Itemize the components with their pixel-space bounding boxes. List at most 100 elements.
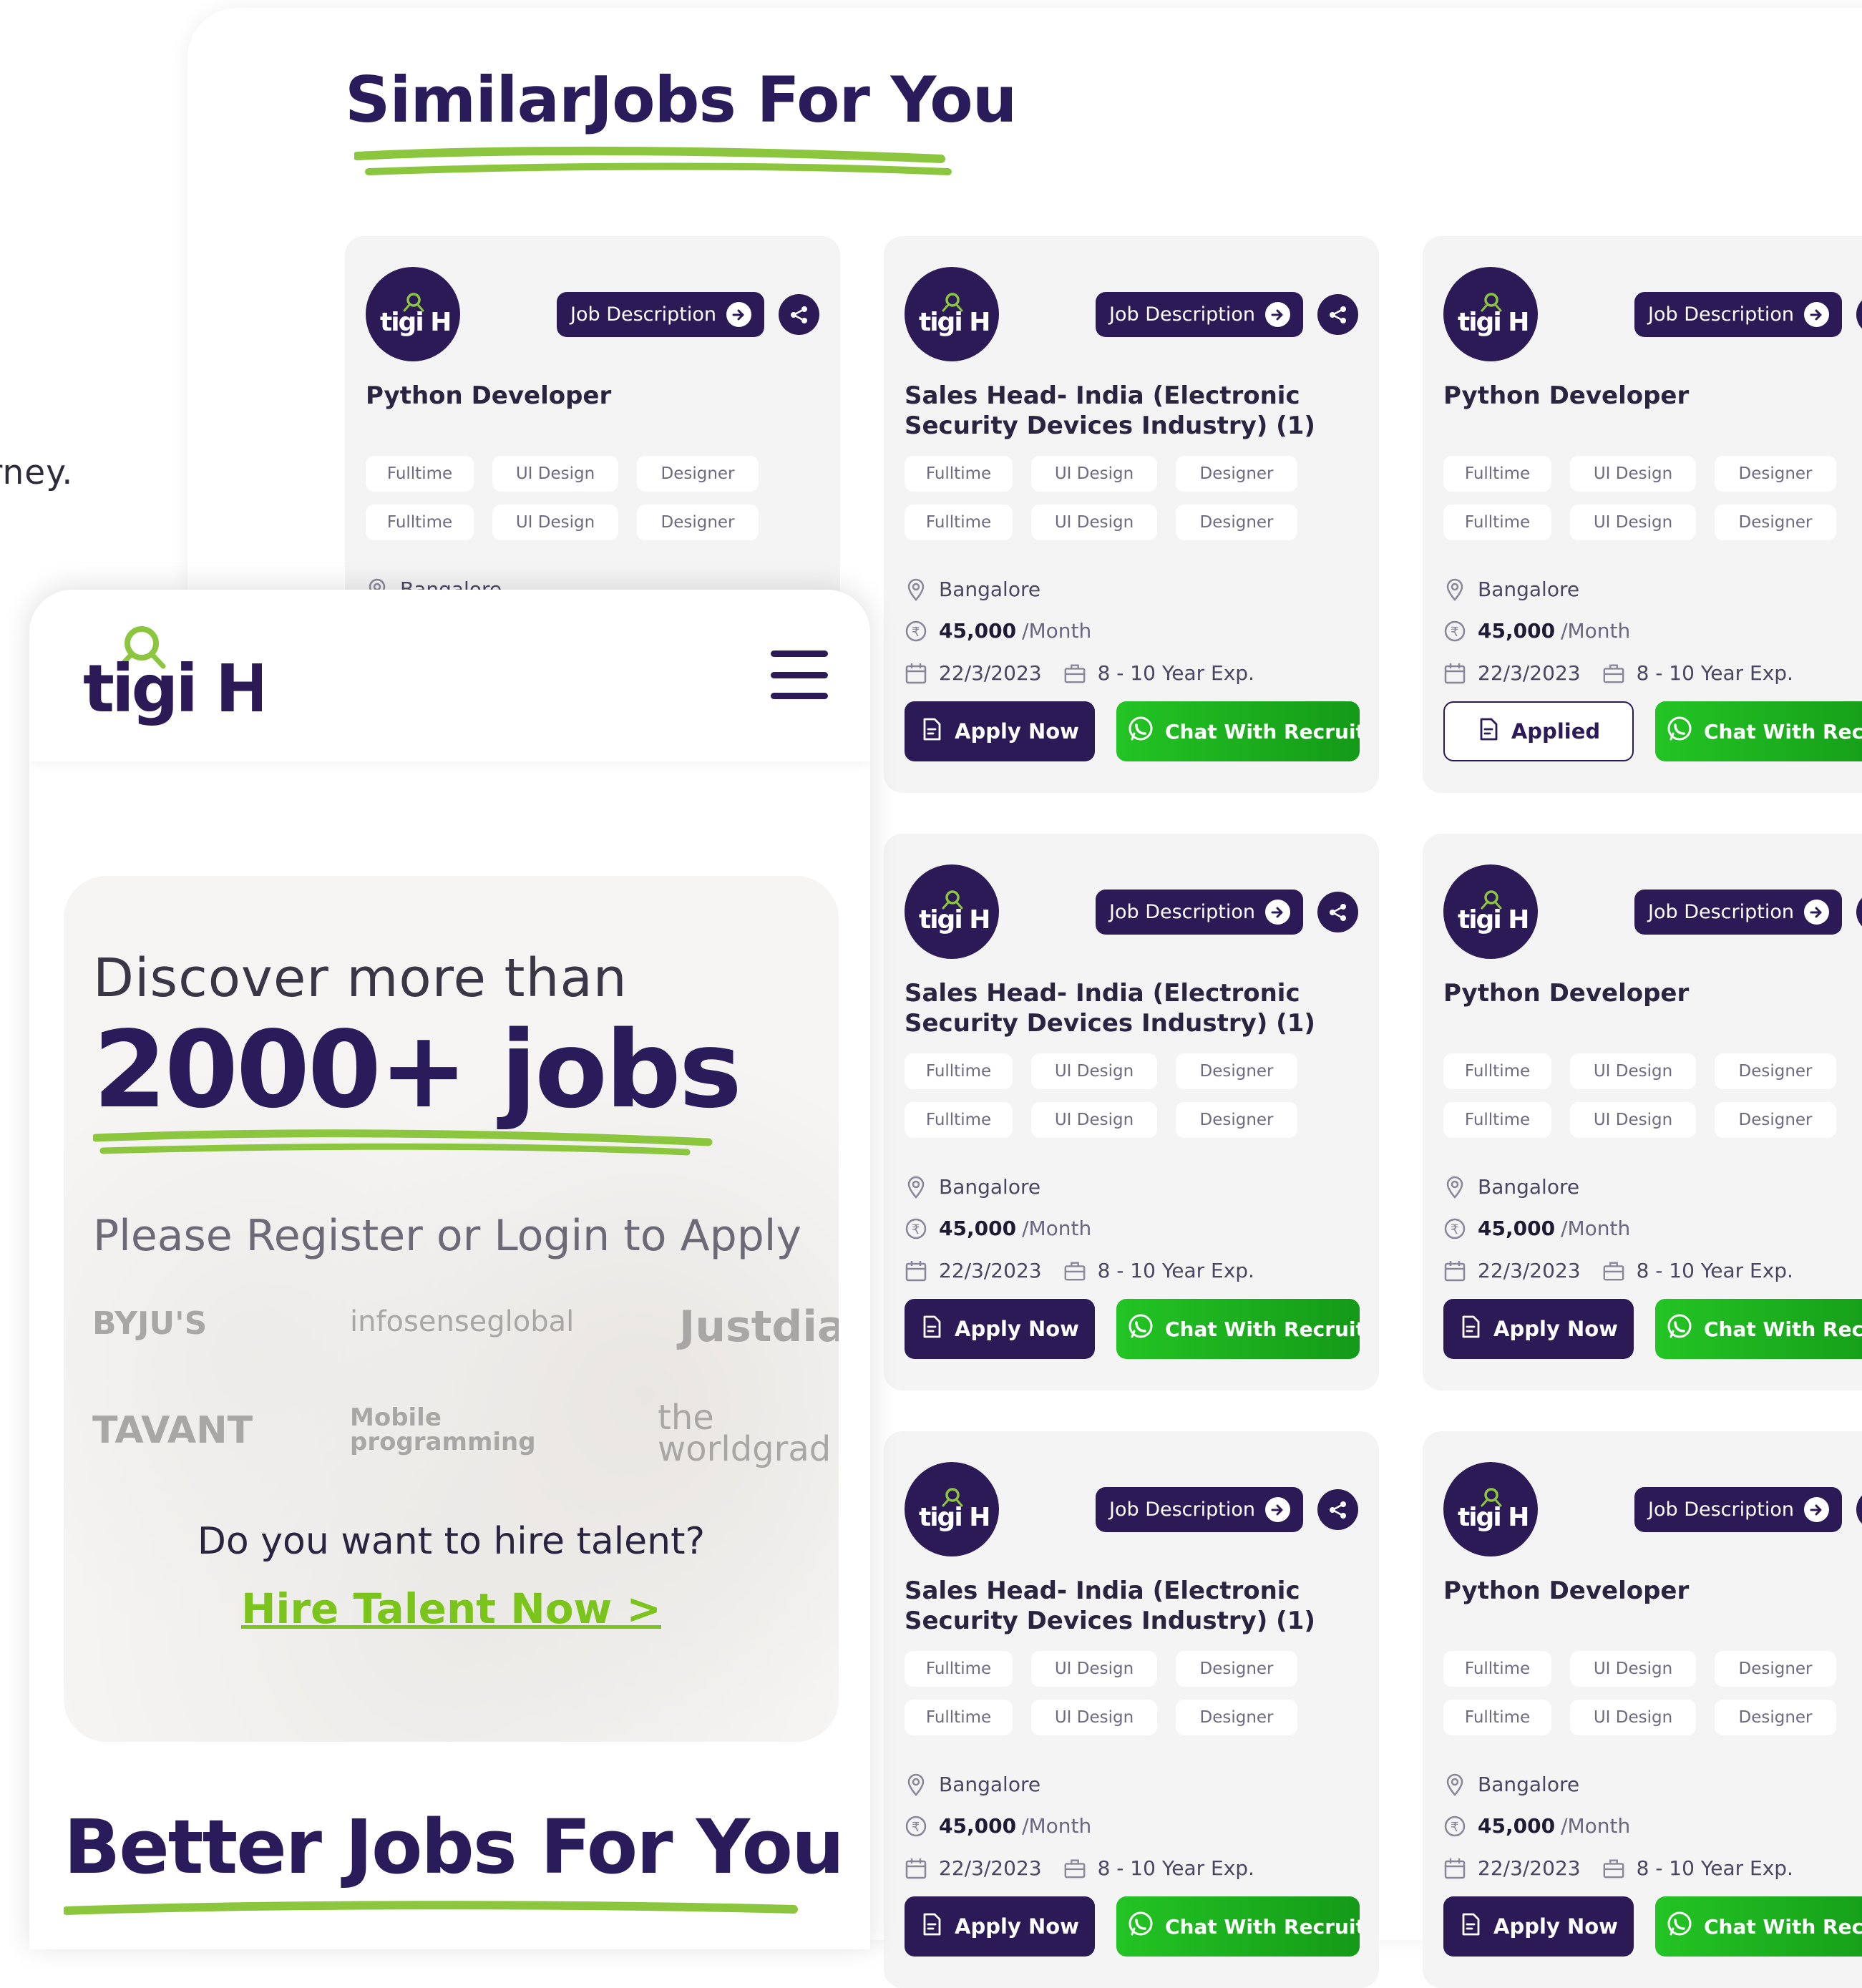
job-description-button[interactable]: Job Description [1096,890,1303,935]
location-pin-icon [1443,578,1466,601]
applied-button[interactable]: Applied [1443,701,1634,761]
job-title[interactable]: Sales Head- India (Electronic Security D… [905,381,1370,441]
posted-date: 22/3/2023 [939,661,1042,685]
brand-logo-worldgrad: the worldgrad [658,1398,832,1469]
mobile-screen: tigi HR Discover more than 2000+ jobs Pl… [29,590,870,1949]
whatsapp-icon [1126,715,1155,749]
share-icon[interactable] [1856,892,1862,932]
job-date-experience: 22/3/2023 8 - 10 Year Exp. [1443,1856,1793,1880]
job-title[interactable]: Python Developer [1443,381,1862,411]
posted-date: 22/3/2023 [1478,1856,1581,1880]
brand-logo[interactable]: tigi HR [83,622,320,732]
salary-value: 45,000 [1478,1217,1556,1240]
hamburger-icon[interactable] [771,651,828,699]
job-card: tigi HR Job Description Sales Head- Indi… [884,1431,1379,1988]
job-tag: Designer [1715,456,1836,492]
rupee-icon: ₹ [1443,1815,1466,1838]
share-icon[interactable] [1317,294,1358,335]
calendar-icon [1443,1259,1466,1282]
rupee-icon: ₹ [1443,620,1466,643]
apply-now-button[interactable]: Apply Now [1443,1299,1634,1359]
document-icon [920,1912,943,1941]
job-tags: Fulltime UI Design Designer Fulltime UI Desi… [905,456,1363,540]
job-title[interactable]: Python Developer [366,381,831,411]
arrow-right-icon [1803,1497,1829,1522]
briefcase-icon [1063,662,1086,685]
share-icon[interactable] [1317,892,1358,932]
posted-date: 22/3/2023 [1478,1259,1581,1282]
chat-with-recruiter-button[interactable]: Chat With Recruiter [1655,701,1862,761]
chat-with-recruiter-button[interactable]: Chat With Recruiter [1655,1299,1862,1359]
job-description-label: Job Description [570,303,716,326]
whatsapp-icon [1665,1312,1694,1346]
job-title[interactable]: Python Developer [1443,1576,1862,1606]
briefcase-icon [1063,1259,1086,1282]
posted-date: 22/3/2023 [939,1856,1042,1880]
job-description-button[interactable]: Job Description [557,292,764,337]
share-icon[interactable] [779,294,819,335]
job-tag: Fulltime [366,505,474,540]
job-title[interactable]: Python Developer [1443,978,1862,1008]
svg-text:tigi HR: tigi HR [83,651,262,727]
job-date-experience: 22/3/2023 8 - 10 Year Exp. [1443,661,1793,685]
job-tag: Designer [1176,1102,1297,1138]
apply-now-button[interactable]: Apply Now [905,1896,1095,1957]
location-pin-icon [905,1176,927,1199]
share-icon[interactable] [1856,1489,1862,1530]
calendar-icon [905,1857,927,1880]
job-tags: Fulltime UI Design Designer Fulltime UI Desi… [1443,1651,1862,1735]
brand-logo-justdial: Justdial [679,1302,839,1352]
job-location: Bangalore [1443,1773,1579,1796]
rupee-icon: ₹ [1443,1217,1466,1240]
hire-talent-link[interactable]: Hire Talent Now > [64,1584,839,1633]
arrow-right-icon [1803,302,1829,327]
chat-with-recruiter-button[interactable]: Chat With Recruiter [1116,1299,1360,1359]
job-title[interactable]: Sales Head- India (Electronic Security D… [905,978,1370,1038]
briefcase-icon [1063,1857,1086,1880]
job-tag: UI Design [1031,1102,1157,1138]
document-icon [920,717,943,746]
rupee-icon: ₹ [905,620,927,643]
share-icon[interactable] [1317,1489,1358,1530]
document-icon [920,1315,943,1344]
rupee-icon: ₹ [905,1815,927,1838]
job-tag: Fulltime [1443,1053,1551,1089]
job-description-button[interactable]: Job Description [1096,1487,1303,1532]
svg-text:₹: ₹ [1451,1222,1458,1237]
job-description-button[interactable]: Job Description [1096,292,1303,337]
apply-now-button[interactable]: Apply Now [905,1299,1095,1359]
job-card: tigi HR Job Description Python Developer… [1423,1431,1862,1988]
apply-now-button[interactable]: Apply Now [1443,1896,1634,1957]
chat-with-recruiter-button[interactable]: Chat With Recruiter [1116,701,1360,761]
job-location: Bangalore [1443,578,1579,601]
calendar-icon [1443,662,1466,685]
salary-unit: /Month [1561,1217,1631,1240]
svg-text:tigi HR: tigi HR [1458,308,1528,337]
experience-range: 8 - 10 Year Exp. [1097,661,1254,685]
svg-text:₹: ₹ [1451,1820,1458,1835]
chat-with-recruiter-button[interactable]: Chat With Recruiter [1116,1896,1360,1957]
calendar-icon [1443,1857,1466,1880]
job-description-button[interactable]: Job Description [1634,890,1842,935]
job-title[interactable]: Sales Head- India (Electronic Security D… [905,1576,1370,1636]
apply-now-button[interactable]: Apply Now [905,701,1095,761]
brand-logo-infosense: infosenseglobal [350,1305,575,1338]
job-description-button[interactable]: Job Description [1634,292,1842,337]
salary-value: 45,000 [1478,1814,1556,1838]
job-card: tigi HR Job Description Sales Head- Indi… [884,236,1379,793]
section-title: SimilarJobs For You [345,63,1017,137]
job-tag: Designer [1715,1102,1836,1138]
mobile-header: tigi HR [29,590,870,761]
job-tag: UI Design [1031,1700,1157,1735]
job-tag: UI Design [492,456,618,492]
brand-logo-tavant: TAVANT [92,1409,253,1452]
chat-with-recruiter-button[interactable]: Chat With Recruiter [1655,1896,1862,1957]
svg-text:₹: ₹ [912,625,920,640]
job-description-button[interactable]: Job Description [1634,1487,1842,1532]
job-tag: Fulltime [1443,456,1551,492]
job-location: Bangalore [905,1773,1040,1796]
share-icon[interactable] [1856,294,1862,335]
job-location: Bangalore [905,1175,1040,1199]
job-card: tigi HR Job Description Sales Head- Indi… [884,834,1379,1390]
location-pin-icon [905,578,927,601]
